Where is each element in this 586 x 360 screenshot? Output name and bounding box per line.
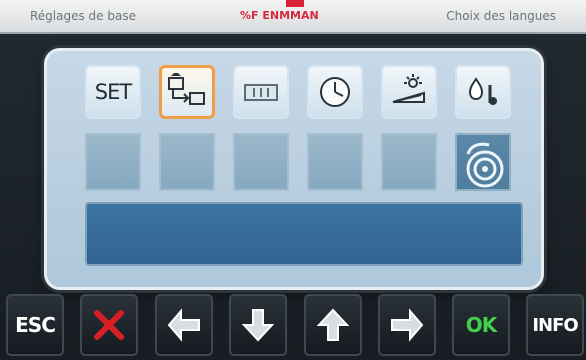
program-transfer-button[interactable] — [159, 65, 215, 119]
ramp-temperature-button[interactable] — [381, 65, 437, 119]
clock-button[interactable] — [307, 65, 363, 119]
right-arrow-icon — [391, 308, 424, 342]
clock-icon — [320, 77, 350, 107]
data-module-button[interactable] — [233, 65, 289, 119]
set-button[interactable]: SET — [85, 65, 141, 119]
esc-button[interactable]: ESC — [6, 294, 64, 356]
right-arrow-button[interactable] — [378, 294, 436, 356]
esc-button-label: ESC — [15, 313, 56, 337]
tab-basic-settings[interactable]: Réglages de base — [30, 6, 136, 26]
up-arrow-icon — [316, 308, 350, 341]
function-slot-row — [85, 133, 515, 191]
wash-drum-slot[interactable] — [455, 133, 511, 191]
info-button-label: INFO — [532, 314, 578, 336]
left-arrow-icon — [167, 308, 200, 342]
ramp-temperature-icon — [392, 74, 425, 103]
data-module-icon — [244, 84, 278, 101]
control-panel: Réglages de base %F ENMMAN Choix des lan… — [0, 0, 586, 360]
message-bar — [85, 202, 523, 266]
cancel-x-icon — [94, 310, 124, 340]
water-drop-icon — [468, 77, 497, 105]
water-drop-button[interactable] — [455, 65, 511, 119]
ok-button[interactable]: OK — [452, 294, 510, 356]
empty-slot-2[interactable] — [159, 133, 215, 191]
top-tab-bar: Réglages de base %F ENMMAN Choix des lan… — [0, 0, 586, 34]
tab-current-program[interactable]: %F ENMMAN — [240, 6, 319, 26]
empty-slot-5[interactable] — [381, 133, 437, 191]
lcd-screen: SET — [44, 48, 544, 290]
ok-button-label: OK — [465, 313, 497, 337]
empty-slot-3[interactable] — [233, 133, 289, 191]
cancel-button[interactable] — [80, 294, 138, 356]
up-arrow-button[interactable] — [304, 294, 362, 356]
info-button[interactable]: INFO — [526, 294, 584, 356]
program-transfer-icon — [168, 73, 205, 105]
wash-drum-icon — [466, 142, 504, 188]
down-arrow-button[interactable] — [229, 294, 287, 356]
set-button-label: SET — [94, 80, 132, 104]
icon-toolbar: SET — [85, 65, 515, 119]
left-arrow-button[interactable] — [155, 294, 213, 356]
empty-slot-1[interactable] — [85, 133, 141, 191]
down-arrow-icon — [241, 309, 275, 342]
empty-slot-4[interactable] — [307, 133, 363, 191]
navigation-keypad: ESC OK INFO — [0, 294, 586, 360]
tab-language-choice[interactable]: Choix des langues — [446, 6, 556, 26]
